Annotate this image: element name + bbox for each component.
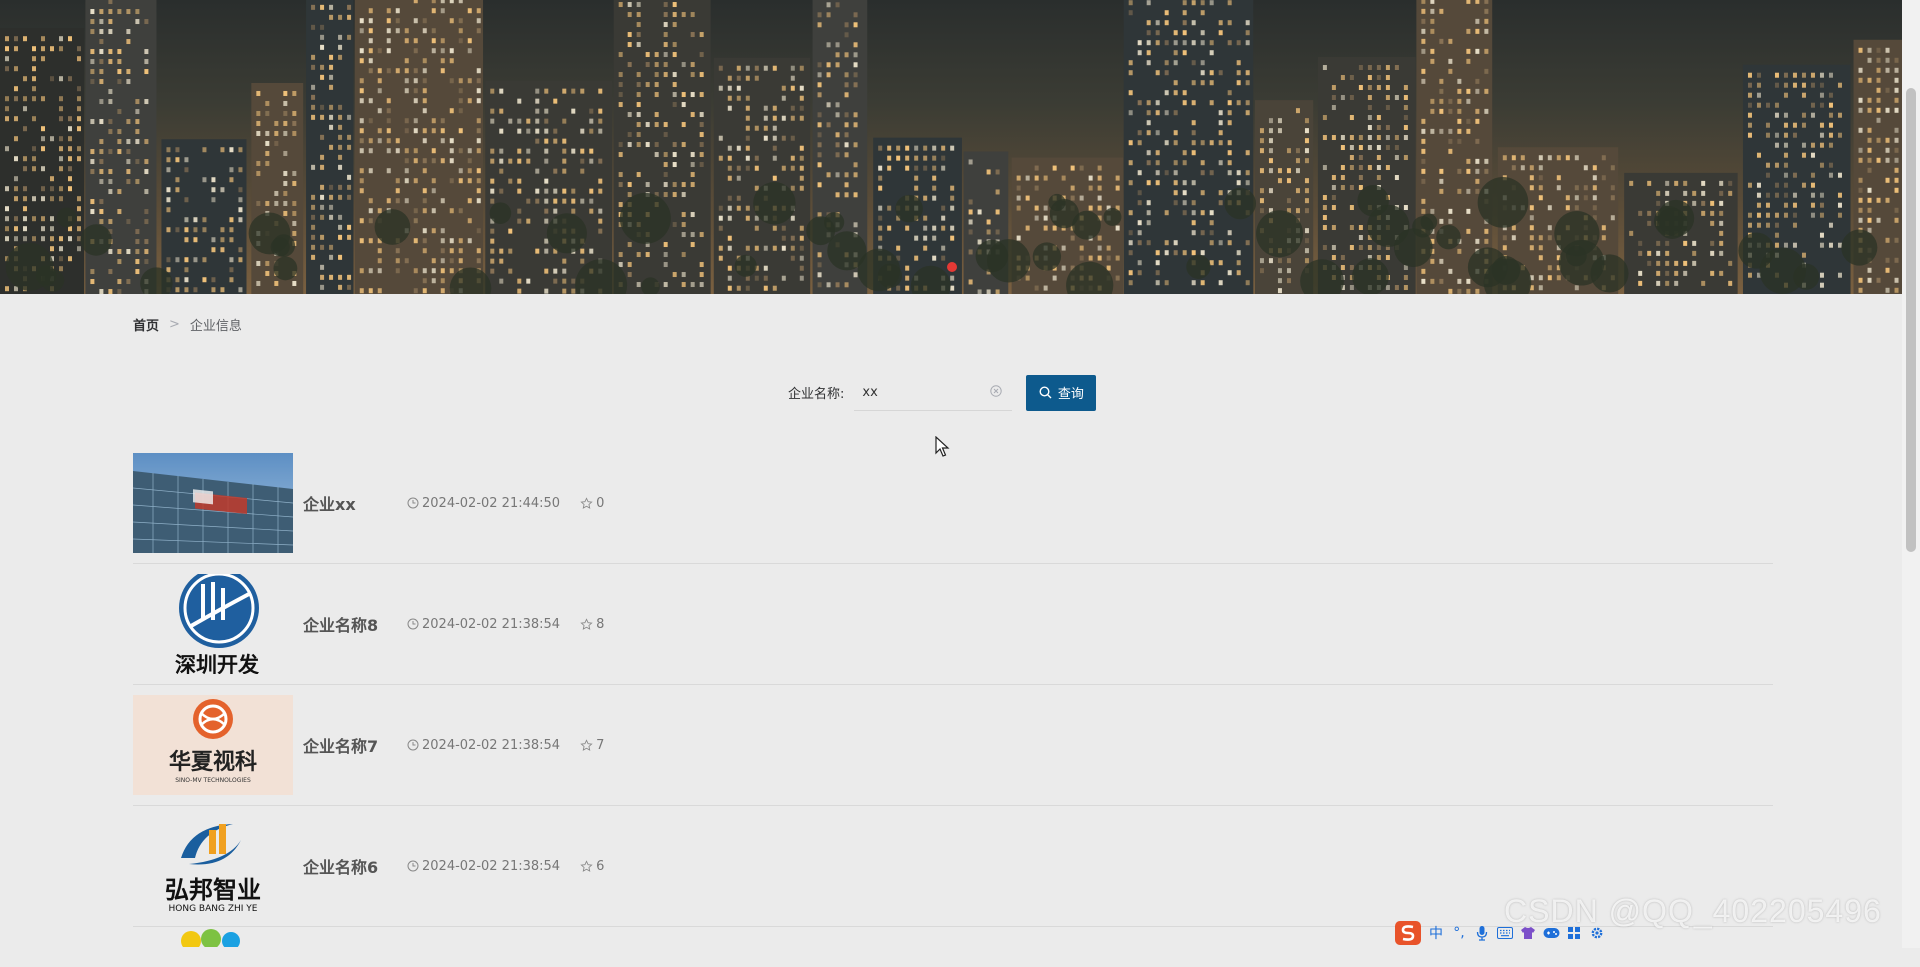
item-stars: 6 <box>580 859 604 874</box>
ime-mode-toggle[interactable]: 中 <box>1427 924 1445 942</box>
grid-icon[interactable] <box>1565 924 1583 942</box>
hero-banner <box>0 0 1902 294</box>
item-star-count: 7 <box>596 737 605 753</box>
hongbang-zhiye-logo: 弘邦智业 HONG BANG ZHI YE <box>133 816 293 916</box>
breadcrumb-current: 企业信息 <box>189 319 242 334</box>
keyboard-icon[interactable] <box>1496 924 1514 942</box>
company-thumbnail[interactable]: 弘邦智业 HONG BANG ZHI YE <box>133 816 293 916</box>
item-star-count: 8 <box>596 616 605 632</box>
city-skyline-image <box>0 0 1902 294</box>
shenzhen-development-logo: 深圳开发 <box>133 574 293 674</box>
item-stars: 0 <box>580 496 604 511</box>
logo-text: 弘邦智业 <box>165 876 261 904</box>
search-input-wrapper <box>854 374 1013 411</box>
item-time-text: 2024-02-02 21:44:50 <box>422 495 561 511</box>
logo-subtext: SINO-MV TECHNOLOGIES <box>175 777 251 784</box>
search-button[interactable]: 查询 <box>1026 374 1097 411</box>
breadcrumb-home-link[interactable]: 首页 <box>133 315 159 334</box>
building-photo <box>133 453 293 553</box>
item-meta: 2024-02-02 21:38:54 8 <box>407 617 604 632</box>
star-icon <box>580 859 593 872</box>
item-time: 2024-02-02 21:38:54 <box>407 617 560 632</box>
item-time-text: 2024-02-02 21:38:54 <box>422 737 561 753</box>
item-stars: 7 <box>580 738 604 753</box>
clock-icon <box>407 497 419 509</box>
item-time: 2024-02-02 21:38:54 <box>407 738 560 753</box>
logo-text: 华夏视科 <box>169 749 257 775</box>
list-item[interactable]: 企业xx 2024-02-02 21:44:50 0 <box>133 443 1773 564</box>
search-button-label: 查询 <box>1057 387 1084 402</box>
scrollbar-thumb[interactable] <box>1906 88 1916 552</box>
settings-icon[interactable] <box>1588 924 1606 942</box>
company-thumbnail[interactable] <box>133 453 293 553</box>
item-time: 2024-02-02 21:44:50 <box>407 496 560 511</box>
item-stars: 8 <box>580 617 604 632</box>
breadcrumb-separator: > <box>169 317 180 332</box>
item-star-count: 6 <box>596 858 605 874</box>
company-name[interactable]: 企业名称7 <box>303 733 407 757</box>
star-icon <box>580 617 593 630</box>
search-label: 企业名称: <box>788 387 845 402</box>
huaxia-shike-logo: 华夏视科 SINO-MV TECHNOLOGIES <box>133 695 293 795</box>
company-thumbnail[interactable]: 华夏视科 SINO-MV TECHNOLOGIES <box>133 695 293 795</box>
cursor-icon <box>935 436 950 457</box>
clock-icon <box>407 860 419 872</box>
page-scrollbar[interactable] <box>1902 0 1920 948</box>
clear-icon[interactable] <box>990 385 1003 397</box>
breadcrumb: 首页 > 企业信息 <box>133 315 242 334</box>
star-icon <box>580 738 593 751</box>
item-meta: 2024-02-02 21:44:50 0 <box>407 496 604 511</box>
item-star-count: 0 <box>596 495 605 511</box>
sogou-ime-logo[interactable] <box>1394 920 1422 946</box>
clock-icon <box>407 618 419 630</box>
company-name[interactable]: 企业xx <box>303 491 407 515</box>
ime-toolbar: 中 °, <box>1394 920 1606 946</box>
clock-icon <box>407 739 419 751</box>
gamepad-icon[interactable] <box>1542 924 1560 942</box>
company-name[interactable]: 企业名称6 <box>303 854 407 878</box>
company-logo-partial <box>181 929 240 947</box>
ime-punct-toggle[interactable]: °, <box>1450 924 1468 942</box>
item-time-text: 2024-02-02 21:38:54 <box>422 616 561 632</box>
company-name[interactable]: 企业名称8 <box>303 612 407 636</box>
search-icon <box>1039 386 1052 399</box>
company-thumbnail[interactable] <box>133 927 293 947</box>
company-thumbnail[interactable]: 深圳开发 <box>133 574 293 674</box>
microphone-icon[interactable] <box>1473 924 1491 942</box>
shirt-icon[interactable] <box>1519 924 1537 942</box>
item-meta: 2024-02-02 21:38:54 7 <box>407 738 604 753</box>
list-item[interactable]: 华夏视科 SINO-MV TECHNOLOGIES 企业名称7 2024-02-… <box>133 685 1773 806</box>
company-list: 企业xx 2024-02-02 21:44:50 0 深圳开发 企业名称8 20… <box>133 443 1773 967</box>
star-icon <box>580 496 593 509</box>
logo-subtext: HONG BANG ZHI YE <box>169 904 258 914</box>
item-time: 2024-02-02 21:38:54 <box>407 859 560 874</box>
logo-text: 深圳开发 <box>175 653 260 674</box>
list-item[interactable]: 深圳开发 企业名称8 2024-02-02 21:38:54 8 <box>133 564 1773 685</box>
item-time-text: 2024-02-02 21:38:54 <box>422 858 561 874</box>
item-meta: 2024-02-02 21:38:54 6 <box>407 859 604 874</box>
search-bar: 企业名称: 查询 <box>788 374 1097 411</box>
company-name-input[interactable] <box>854 383 985 401</box>
